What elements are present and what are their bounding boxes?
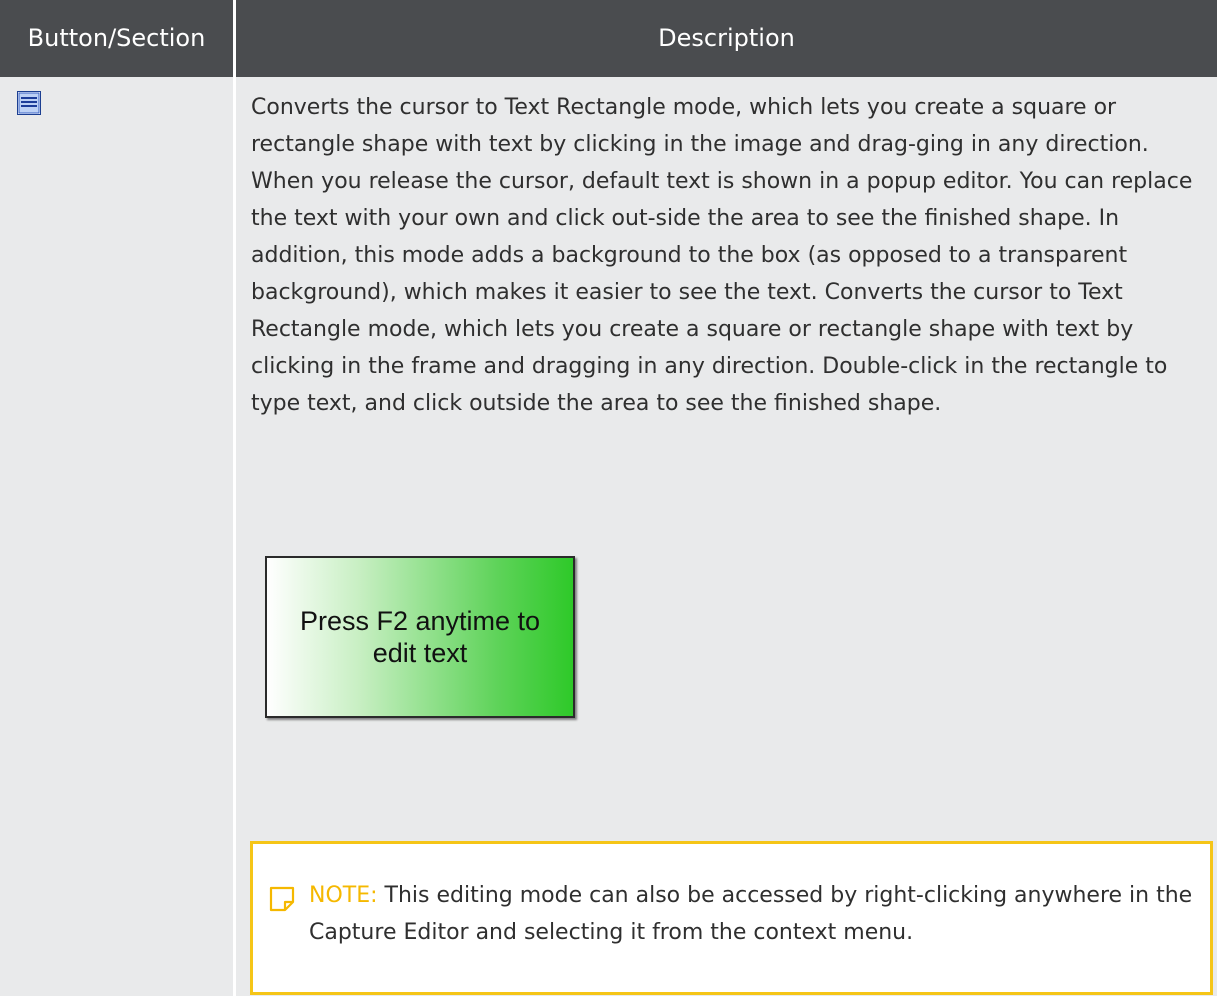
example-text-line-1: Press F2 anytime to (299, 606, 541, 636)
note-callout: NOTE: This editing mode can also be acce… (250, 841, 1213, 995)
header-button-section: Button/Section (27, 24, 206, 52)
note-icon (269, 886, 295, 912)
note-text: NOTE: This editing mode can also be acce… (309, 877, 1199, 951)
note-body: This editing mode can also be accessed b… (309, 883, 1193, 945)
table-row: Converts the cursor to Text Rectangle mo… (0, 77, 1217, 996)
header-description: Description (658, 24, 795, 52)
example-text-line-2: edit text (372, 638, 468, 668)
column-divider (233, 77, 236, 996)
text-rectangle-example: Press F2 anytime to edit text (265, 556, 575, 718)
description-text: Converts the cursor to Text Rectangle mo… (251, 95, 1193, 416)
example-text: Press F2 anytime to edit text (267, 605, 573, 669)
table-header-row: Button/Section Description (0, 0, 1217, 77)
text-rectangle-icon[interactable] (17, 91, 41, 115)
note-label: NOTE: (309, 883, 378, 908)
description-table: Button/Section Description Converts the … (0, 0, 1217, 996)
